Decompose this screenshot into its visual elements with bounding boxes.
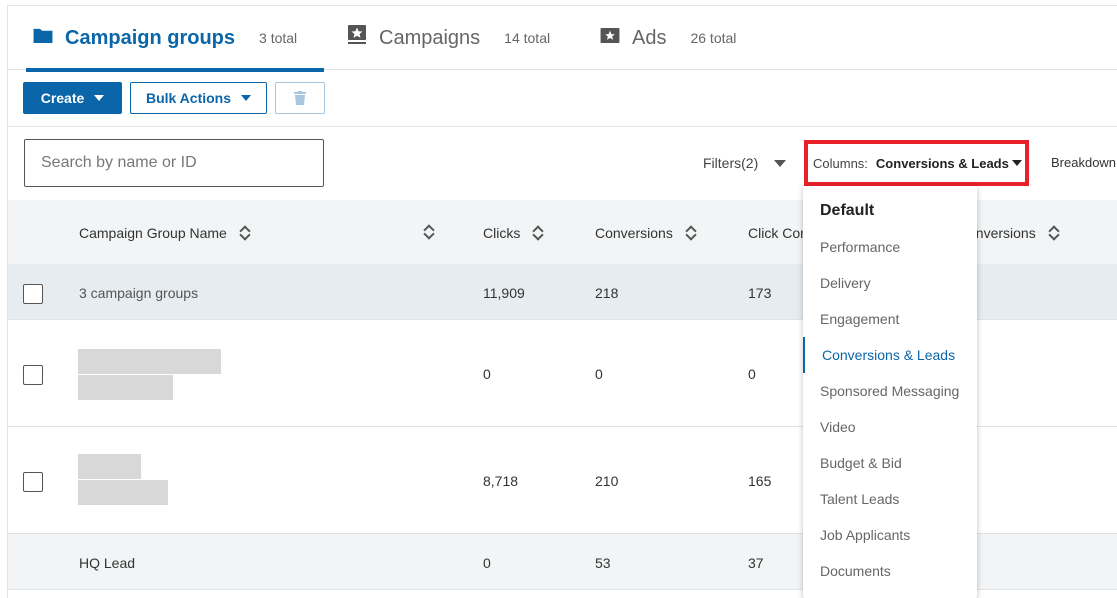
tab-campaign-groups[interactable]: Campaign groups 3 total [25,6,325,72]
row-clicks: 8,718 [483,473,519,489]
columns-dropdown-menu: Default Performance Delivery Engagement … [803,186,977,598]
create-button[interactable]: Create [23,82,122,114]
chevron-down-icon [774,159,787,167]
header-label: Conversions [595,225,673,241]
sort-icon [240,226,250,240]
tab-campaigns[interactable]: Campaigns 14 total [347,6,550,70]
tab-label: Ads [632,26,667,49]
select-all-checkbox[interactable] [23,284,43,304]
tab-label: Campaign groups [65,26,236,49]
row-name: HQ Lead [79,555,136,571]
create-label: Create [40,90,85,106]
sort-icon [686,226,696,240]
column-header-click-conversions[interactable]: Click Con [748,225,808,241]
summary-clicks: 11,909 [483,285,525,301]
row-conversions: 0 [595,366,603,382]
sort-icon [1049,226,1059,240]
column-header-view-conversions[interactable]: onversions [968,225,1059,241]
trash-icon [294,91,306,105]
dropdown-item-delivery[interactable]: Delivery [803,265,977,301]
campaign-icon [348,25,366,44]
column-header-name[interactable]: Campaign Group Name [79,225,250,241]
bulk-actions-label: Bulk Actions [145,90,232,106]
search-input[interactable] [24,139,324,187]
tab-label: Campaigns [379,26,481,49]
row-click-conversions: 0 [748,366,756,382]
redacted-name [78,375,173,400]
tab-ads[interactable]: Ads 26 total [600,6,736,70]
summary-conversions: 218 [595,285,619,301]
dropdown-item-default[interactable]: Default [820,202,874,220]
toolbar: Create Bulk Actions [7,70,1117,127]
delete-button[interactable] [275,82,325,114]
redacted-name [78,349,221,374]
sort-icon [424,225,434,239]
sort-icon [533,226,543,240]
row-checkbox[interactable] [23,472,43,492]
row-conversions: 210 [595,473,619,489]
summary-click-conversions: 173 [748,285,772,301]
header-label: Click Con [748,225,808,241]
dropdown-item-talent-leads[interactable]: Talent Leads [803,481,977,517]
filters-label: Filters [703,155,742,171]
dropdown-item-video[interactable]: Video [803,409,977,445]
dropdown-item-budget-bid[interactable]: Budget & Bid [803,445,977,481]
tab-count: 26 total [690,30,737,46]
row-clicks: 0 [483,366,491,382]
row-conversions: 53 [595,555,611,571]
row-click-conversions: 165 [748,473,772,489]
dropdown-item-conversions-leads[interactable]: Conversions & Leads [803,337,977,373]
breakdown-dropdown[interactable]: Breakdown [1051,155,1116,170]
header-label: onversions [968,225,1036,241]
dropdown-item-documents[interactable]: Documents [803,553,977,589]
redacted-name [78,454,141,479]
bulk-actions-button[interactable]: Bulk Actions [130,82,267,114]
folder-icon [33,28,53,43]
ad-star-icon [600,27,620,43]
columns-value: Conversions & Leads [875,155,1009,171]
chevron-down-icon [94,95,105,101]
summary-name: 3 campaign groups [79,285,199,301]
row-clicks: 0 [483,555,491,571]
tab-count: 14 total [504,30,551,46]
dropdown-item-engagement[interactable]: Engagement [803,301,977,337]
dropdown-item-performance[interactable]: Performance [803,229,977,265]
chevron-down-icon [1011,160,1022,166]
chevron-down-icon [241,95,252,101]
column-header-clicks[interactable]: Clicks [483,225,543,241]
dropdown-item-job-applicants[interactable]: Job Applicants [803,517,977,553]
header-label: Clicks [483,225,521,241]
breakdown-label: Breakdown [1051,155,1117,170]
column-header-conversions[interactable]: Conversions [595,225,696,241]
header-label: Campaign Group Name [79,225,227,241]
columns-selector[interactable]: Columns: Conversions & Leads [804,140,1029,186]
row-checkbox[interactable] [23,365,43,385]
column-header-status[interactable] [411,225,434,239]
tab-bar: Campaign groups 3 total Campaigns 14 tot… [7,5,1117,72]
columns-label: Columns: [813,155,868,171]
tab-count: 3 total [259,30,298,46]
filters-dropdown[interactable]: Filters (2) [703,155,787,171]
dropdown-item-sponsored-messaging[interactable]: Sponsored Messaging [803,373,977,409]
row-click-conversions: 37 [748,555,764,571]
filters-count: (2) [741,155,759,171]
redacted-name [78,480,168,505]
